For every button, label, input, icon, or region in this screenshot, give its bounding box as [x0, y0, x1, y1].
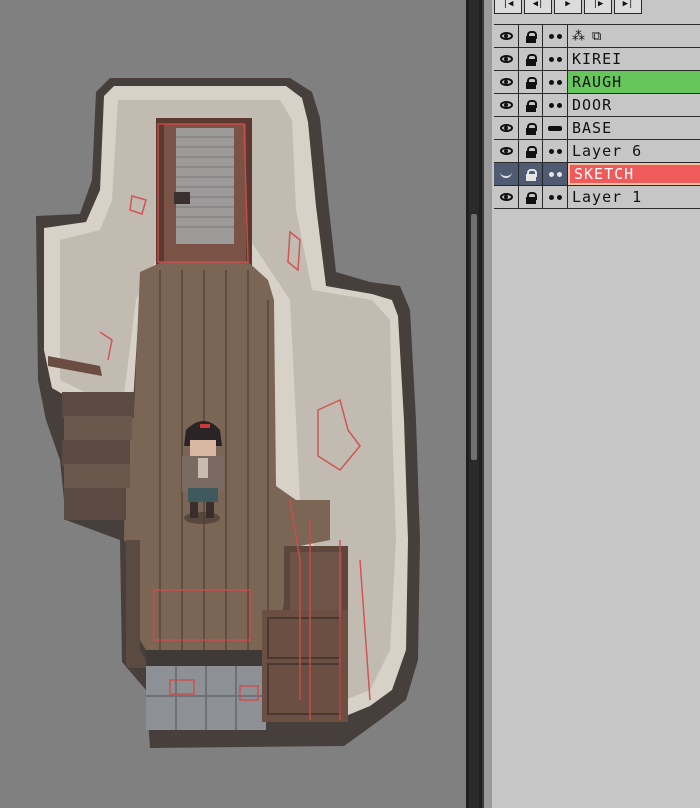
eye-icon — [499, 101, 513, 109]
link-dots-icon — [548, 79, 562, 85]
layer-lock-toggle[interactable] — [519, 71, 543, 93]
layer-name[interactable]: DOOR — [568, 94, 700, 116]
door-handle — [174, 192, 190, 204]
layer-visibility-toggle[interactable] — [494, 94, 519, 116]
link-dots-icon — [548, 102, 562, 108]
layer-link-toggle[interactable] — [543, 163, 568, 185]
layer-visibility-toggle[interactable] — [494, 140, 519, 162]
play-button[interactable]: ▶ — [554, 0, 582, 14]
stairs — [62, 392, 134, 520]
eye-icon — [499, 32, 513, 40]
layers-panel: |◀ ◀| ▶ |▶ ▶| ⁂ ⧉ KIREI RAUGH DOOR BASE … — [482, 0, 700, 808]
layer-name[interactable]: Layer 1 — [568, 186, 700, 208]
last-frame-button[interactable]: ▶| — [614, 0, 642, 14]
unlock-icon — [525, 168, 537, 181]
eye-icon — [499, 147, 513, 155]
layer-lock-toggle[interactable] — [519, 94, 543, 116]
last-frame-icon: ▶| — [622, 0, 634, 9]
layer-link-toggle[interactable] — [543, 94, 568, 116]
layer-name[interactable]: BASE — [568, 117, 700, 139]
layer-row-door[interactable]: DOOR — [494, 94, 700, 117]
layer-link-toggle[interactable] — [543, 48, 568, 70]
layer-row-layer-1[interactable]: Layer 1 — [494, 186, 700, 209]
vertical-scrollbar[interactable] — [466, 0, 482, 808]
layer-row-kirei[interactable]: KIREI — [494, 48, 700, 71]
layer-header-row: ⁂ ⧉ — [494, 24, 700, 48]
eye-closed-icon — [500, 170, 512, 178]
layer-visibility-toggle[interactable] — [494, 163, 519, 185]
layer-visibility-toggle[interactable] — [494, 117, 519, 139]
link-dots-icon — [548, 194, 562, 200]
layer-actions-header: ⁂ ⧉ — [568, 25, 700, 47]
layer-row-layer-6[interactable]: Layer 6 — [494, 140, 700, 163]
eye-icon — [499, 55, 513, 63]
eye-icon — [499, 78, 513, 86]
canvas-area[interactable] — [0, 0, 466, 808]
unlock-icon — [525, 76, 537, 89]
panel-edge — [484, 0, 492, 808]
unlock-icon — [525, 122, 537, 135]
first-frame-icon: |◀ — [502, 0, 514, 9]
layer-row-base[interactable]: BASE — [494, 117, 700, 140]
layer-name[interactable]: RAUGH — [568, 71, 700, 93]
layer-name[interactable]: SKETCH — [568, 163, 700, 185]
unlock-icon — [525, 53, 537, 66]
layer-lock-toggle[interactable] — [519, 48, 543, 70]
lock-icon — [525, 30, 537, 43]
new-group-icon[interactable]: ⁂ — [572, 30, 586, 43]
layer-visibility-toggle[interactable] — [494, 71, 519, 93]
layer-link-toggle[interactable] — [543, 117, 568, 139]
layer-lock-toggle[interactable] — [519, 117, 543, 139]
layer-lock-toggle[interactable] — [519, 163, 543, 185]
visibility-header[interactable] — [494, 25, 519, 47]
layer-link-toggle[interactable] — [543, 140, 568, 162]
layer-row-sketch[interactable]: SKETCH — [494, 163, 700, 186]
link-dots-icon — [548, 56, 562, 62]
unlock-icon — [525, 145, 537, 158]
next-frame-icon: |▶ — [592, 0, 604, 9]
link-dots-icon — [548, 33, 562, 39]
first-frame-button[interactable]: |◀ — [494, 0, 522, 14]
next-frame-button[interactable]: |▶ — [584, 0, 612, 14]
prev-frame-icon: ◀| — [532, 0, 544, 9]
layer-lock-toggle[interactable] — [519, 140, 543, 162]
prev-frame-button[interactable]: ◀| — [524, 0, 552, 14]
eye-icon — [499, 124, 513, 132]
unlock-icon — [525, 99, 537, 112]
play-icon: ▶ — [565, 0, 571, 9]
link-header[interactable] — [543, 25, 568, 47]
layer-link-toggle[interactable] — [543, 186, 568, 208]
layer-name[interactable]: Layer 6 — [568, 140, 700, 162]
scrollbar-thumb[interactable] — [471, 214, 477, 460]
link-dots-icon — [548, 171, 562, 177]
continuous-icon — [548, 125, 562, 131]
link-dots-icon — [548, 148, 562, 154]
layer-lock-toggle[interactable] — [519, 186, 543, 208]
layer-visibility-toggle[interactable] — [494, 48, 519, 70]
eye-icon — [499, 193, 513, 201]
layer-list: ⁂ ⧉ KIREI RAUGH DOOR BASE Layer 6 SKETCH… — [494, 24, 700, 209]
unlock-icon — [525, 191, 537, 204]
layer-visibility-toggle[interactable] — [494, 186, 519, 208]
new-layer-icon[interactable]: ⧉ — [592, 30, 602, 43]
pixel-art-canvas[interactable] — [0, 0, 466, 808]
layer-row-raugh[interactable]: RAUGH — [494, 71, 700, 94]
layer-link-toggle[interactable] — [543, 71, 568, 93]
frame-controls: |◀ ◀| ▶ |▶ ▶| — [494, 0, 642, 14]
lock-header[interactable] — [519, 25, 543, 47]
layer-name[interactable]: KIREI — [568, 48, 700, 70]
